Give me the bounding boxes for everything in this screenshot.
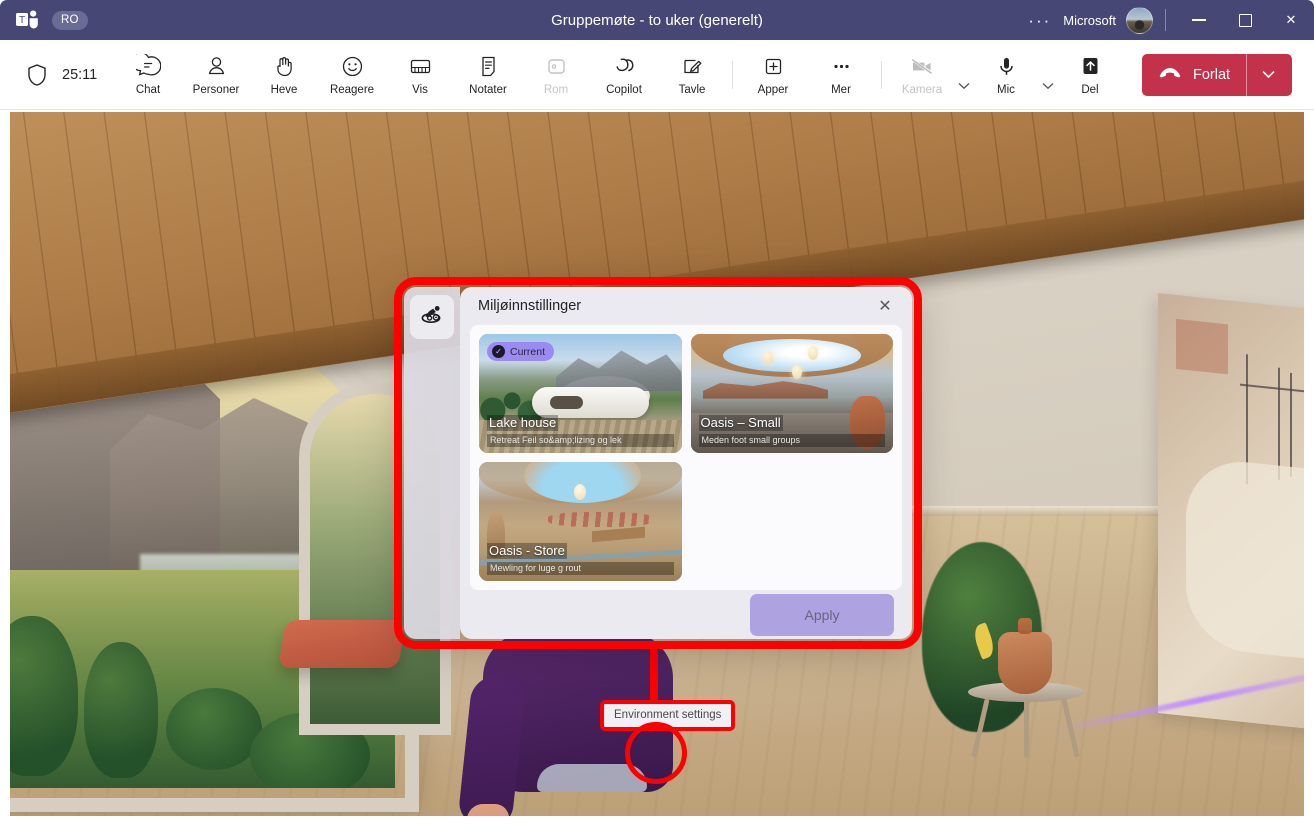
toolbar-share-label: Del [1081,85,1098,97]
annotation-highlight-dialog [394,277,922,649]
notes-icon [476,52,501,80]
toolbar-people-label: Personer [193,85,240,97]
scene-art-rust [1176,319,1228,374]
toolbar-reactions-label: Reagere [330,85,374,97]
scene-art-blob [1186,456,1304,661]
titlebar-right-controls: ··· Microsoft ✕ [1020,0,1314,40]
whiteboard-icon [680,52,705,80]
leave-chevron-down-icon[interactable] [1247,54,1289,96]
toolbar-chat-label: Chat [136,85,160,97]
reactions-icon [340,52,365,80]
scene-vase [998,632,1052,694]
mic-chevron-down-icon[interactable] [1040,46,1056,104]
share-icon [1078,52,1103,80]
environment-settings-tooltip: Environment settings [600,700,735,731]
toolbar-camera-label: Kamera [902,85,942,97]
org-label: Microsoft [1059,13,1126,28]
titlebar-overflow-icon[interactable]: ··· [1020,12,1059,29]
account-badge[interactable]: RO [52,11,88,30]
scene-cushion [278,620,406,668]
raise-hand-icon [272,52,297,80]
people-icon [204,52,229,80]
toolbar-more[interactable]: Mer [807,46,875,104]
meeting-toolbar: 25:11 Chat Personer Heve Reagere [0,40,1314,110]
toolbar-chat[interactable]: Chat [114,46,182,104]
close-button[interactable]: ✕ [1268,0,1314,40]
title-bar: T RO Gruppemøte - to uker (generelt) ···… [0,0,1314,40]
toolbar-people[interactable]: Personer [182,46,250,104]
toolbar-raise-hand-label: Heve [271,85,298,97]
breakout-rooms-icon [544,52,569,80]
toolbar-share[interactable]: Del [1056,46,1124,104]
toolbar-view[interactable]: Vis [386,46,454,104]
toolbar-whiteboard-label: Tavle [679,85,706,97]
minimize-button[interactable] [1176,0,1222,40]
toolbar-rooms-label: Rom [544,85,568,97]
view-icon [408,52,433,80]
toolbar-apps[interactable]: Apper [739,46,807,104]
divider [881,61,882,89]
more-icon [829,52,854,80]
toolbar-mic-label: Mic [997,85,1015,97]
scene-table-leg [1024,698,1029,758]
scene-avatar-arm [457,674,526,816]
shield-icon [26,63,48,87]
toolbar-copilot-label: Copilot [606,85,642,97]
toolbar-view-label: Vis [412,85,428,97]
toolbar-reactions[interactable]: Reagere [318,46,386,104]
meeting-timer: 25:11 [62,67,104,83]
scene-avatar-collar [537,764,647,792]
window-edge-bottom [0,816,1314,826]
scene-art-line [1240,384,1304,395]
camera-off-icon [909,52,936,80]
scene-tree [84,642,158,778]
scene-art-line [1278,368,1280,480]
scene-wall-art [1158,293,1304,731]
toolbar-rooms[interactable]: Rom [522,46,590,104]
toolbar-notes[interactable]: Notater [454,46,522,104]
scene-avatar-hand [467,804,509,816]
leave-meeting-button[interactable]: Forlat [1142,54,1292,96]
copilot-icon [611,52,637,80]
avatar[interactable] [1126,7,1153,34]
teams-meeting-window: T RO Gruppemøte - to uker (generelt) ···… [0,0,1314,826]
toolbar-notes-label: Notater [469,85,507,97]
camera-group: Kamera [888,46,972,104]
maximize-button[interactable] [1222,0,1268,40]
mic-group: Mic [972,46,1056,104]
teams-logo-icon: T [14,7,40,33]
leave-meeting-main[interactable]: Forlat [1142,54,1246,96]
leave-meeting-label: Forlat [1193,67,1230,83]
divider [1165,9,1166,31]
toolbar-mic[interactable]: Mic [972,46,1040,104]
scene-shrub [166,688,262,770]
toolbar-raise-hand[interactable]: Heve [250,46,318,104]
divider [732,61,733,89]
toolbar-copilot[interactable]: Copilot [590,46,658,104]
window-edge-left [0,112,10,826]
toolbar-whiteboard[interactable]: Tavle [658,46,726,104]
microphone-icon [994,52,1019,80]
toolbar-apps-label: Apper [758,85,789,97]
hangup-icon [1158,65,1182,84]
chat-icon [136,52,161,80]
svg-text:T: T [19,15,25,26]
window-edge-right [1304,112,1314,826]
toolbar-camera[interactable]: Kamera [888,46,956,104]
apps-icon [761,52,786,80]
camera-chevron-down-icon[interactable] [956,46,972,104]
toolbar-more-label: Mer [831,85,851,97]
